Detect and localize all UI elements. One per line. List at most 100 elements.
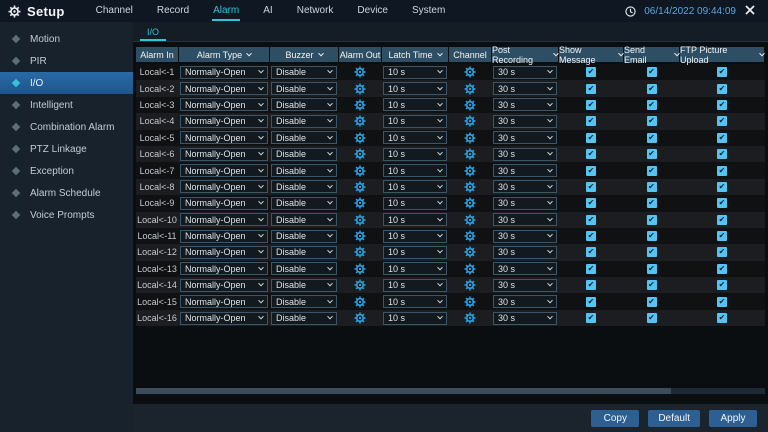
post-recording-dropdown[interactable]: 30 s — [493, 278, 557, 292]
show-message-checkbox[interactable] — [586, 99, 596, 110]
buzzer-dropdown[interactable]: Disable — [271, 213, 337, 227]
header-ftp-picture-upload[interactable]: FTP Picture Upload — [680, 45, 765, 65]
sidebar-item-exception[interactable]: Exception — [0, 160, 133, 182]
buzzer-dropdown[interactable]: Disable — [271, 262, 337, 276]
latch-time-dropdown[interactable]: 10 s — [383, 114, 447, 128]
post-recording-dropdown[interactable]: 30 s — [493, 164, 557, 178]
alarm-type-dropdown[interactable]: Normally-Open — [180, 131, 268, 145]
latch-time-dropdown[interactable]: 10 s — [383, 229, 447, 243]
show-message-checkbox[interactable] — [586, 198, 596, 209]
show-message-checkbox[interactable] — [586, 263, 596, 274]
latch-time-dropdown[interactable]: 10 s — [383, 65, 447, 79]
alarm-out-config-gear-icon[interactable] — [354, 214, 366, 226]
channel-config-gear-icon[interactable] — [464, 279, 476, 291]
header-alarm-in[interactable]: Alarm In — [136, 47, 178, 62]
default-button[interactable]: Default — [648, 409, 700, 427]
show-message-checkbox[interactable] — [586, 67, 596, 78]
buzzer-dropdown[interactable]: Disable — [271, 114, 337, 128]
latch-time-dropdown[interactable]: 10 s — [383, 245, 447, 259]
send-email-checkbox[interactable] — [646, 296, 657, 307]
header-post-recording[interactable]: Post Recording — [492, 45, 559, 65]
post-recording-dropdown[interactable]: 30 s — [493, 196, 557, 210]
tab-io[interactable]: I/O — [140, 24, 167, 41]
ftp-picture-upload-checkbox[interactable] — [717, 247, 727, 258]
send-email-checkbox[interactable] — [646, 67, 657, 78]
sidebar-item-alarm-schedule[interactable]: Alarm Schedule — [0, 182, 133, 204]
send-email-checkbox[interactable] — [646, 280, 657, 291]
channel-config-gear-icon[interactable] — [464, 246, 476, 258]
channel-config-gear-icon[interactable] — [464, 296, 476, 308]
buzzer-dropdown[interactable]: Disable — [271, 278, 337, 292]
header-latch-time[interactable]: Latch Time — [382, 47, 448, 62]
alarm-type-dropdown[interactable]: Normally-Open — [180, 295, 268, 309]
send-email-checkbox[interactable] — [646, 231, 657, 242]
show-message-checkbox[interactable] — [586, 132, 596, 143]
header-channel[interactable]: Channel — [449, 47, 491, 62]
alarm-out-config-gear-icon[interactable] — [354, 263, 366, 275]
post-recording-dropdown[interactable]: 30 s — [493, 213, 557, 227]
alarm-out-config-gear-icon[interactable] — [354, 83, 366, 95]
channel-config-gear-icon[interactable] — [464, 181, 476, 193]
channel-config-gear-icon[interactable] — [464, 230, 476, 242]
alarm-out-config-gear-icon[interactable] — [354, 230, 366, 242]
ftp-picture-upload-checkbox[interactable] — [717, 181, 727, 192]
buzzer-dropdown[interactable]: Disable — [271, 82, 337, 96]
ftp-picture-upload-checkbox[interactable] — [717, 198, 727, 209]
buzzer-dropdown[interactable]: Disable — [271, 98, 337, 112]
alarm-out-config-gear-icon[interactable] — [354, 312, 366, 324]
menu-item-ai[interactable]: AI — [262, 1, 273, 21]
sidebar-item-ptz-linkage[interactable]: PTZ Linkage — [0, 138, 133, 160]
channel-config-gear-icon[interactable] — [464, 99, 476, 111]
channel-config-gear-icon[interactable] — [464, 197, 476, 209]
channel-config-gear-icon[interactable] — [464, 66, 476, 78]
latch-time-dropdown[interactable]: 10 s — [383, 278, 447, 292]
channel-config-gear-icon[interactable] — [464, 165, 476, 177]
buzzer-dropdown[interactable]: Disable — [271, 131, 337, 145]
post-recording-dropdown[interactable]: 30 s — [493, 229, 557, 243]
alarm-out-config-gear-icon[interactable] — [354, 165, 366, 177]
header-alarm-out[interactable]: Alarm Out — [339, 47, 381, 62]
alarm-out-config-gear-icon[interactable] — [354, 66, 366, 78]
alarm-type-dropdown[interactable]: Normally-Open — [180, 229, 268, 243]
ftp-picture-upload-checkbox[interactable] — [717, 132, 727, 143]
alarm-type-dropdown[interactable]: Normally-Open — [180, 98, 268, 112]
show-message-checkbox[interactable] — [586, 181, 596, 192]
alarm-type-dropdown[interactable]: Normally-Open — [180, 311, 268, 325]
buzzer-dropdown[interactable]: Disable — [271, 229, 337, 243]
alarm-type-dropdown[interactable]: Normally-Open — [180, 164, 268, 178]
alarm-out-config-gear-icon[interactable] — [354, 99, 366, 111]
horizontal-scrollbar[interactable] — [136, 388, 765, 394]
sidebar-item-intelligent[interactable]: Intelligent — [0, 94, 133, 116]
buzzer-dropdown[interactable]: Disable — [271, 245, 337, 259]
post-recording-dropdown[interactable]: 30 s — [493, 114, 557, 128]
send-email-checkbox[interactable] — [646, 198, 657, 209]
alarm-type-dropdown[interactable]: Normally-Open — [180, 180, 268, 194]
buzzer-dropdown[interactable]: Disable — [271, 164, 337, 178]
alarm-out-config-gear-icon[interactable] — [354, 115, 366, 127]
menu-item-alarm[interactable]: Alarm — [212, 1, 241, 21]
header-buzzer[interactable]: Buzzer — [270, 47, 338, 62]
sidebar-item-pir[interactable]: PIR — [0, 50, 133, 72]
scrollbar-thumb[interactable] — [136, 388, 671, 394]
send-email-checkbox[interactable] — [646, 132, 657, 143]
alarm-type-dropdown[interactable]: Normally-Open — [180, 262, 268, 276]
post-recording-dropdown[interactable]: 30 s — [493, 295, 557, 309]
latch-time-dropdown[interactable]: 10 s — [383, 213, 447, 227]
alarm-type-dropdown[interactable]: Normally-Open — [180, 147, 268, 161]
latch-time-dropdown[interactable]: 10 s — [383, 180, 447, 194]
post-recording-dropdown[interactable]: 30 s — [493, 98, 557, 112]
latch-time-dropdown[interactable]: 10 s — [383, 196, 447, 210]
post-recording-dropdown[interactable]: 30 s — [493, 147, 557, 161]
channel-config-gear-icon[interactable] — [464, 115, 476, 127]
latch-time-dropdown[interactable]: 10 s — [383, 164, 447, 178]
send-email-checkbox[interactable] — [646, 214, 657, 225]
sidebar-item-combination-alarm[interactable]: Combination Alarm — [0, 116, 133, 138]
menu-item-system[interactable]: System — [411, 1, 446, 21]
alarm-out-config-gear-icon[interactable] — [354, 181, 366, 193]
buzzer-dropdown[interactable]: Disable — [271, 295, 337, 309]
header-show-message[interactable]: Show Message — [559, 45, 624, 65]
post-recording-dropdown[interactable]: 30 s — [493, 131, 557, 145]
ftp-picture-upload-checkbox[interactable] — [717, 149, 727, 160]
ftp-picture-upload-checkbox[interactable] — [717, 313, 727, 324]
show-message-checkbox[interactable] — [586, 116, 596, 127]
